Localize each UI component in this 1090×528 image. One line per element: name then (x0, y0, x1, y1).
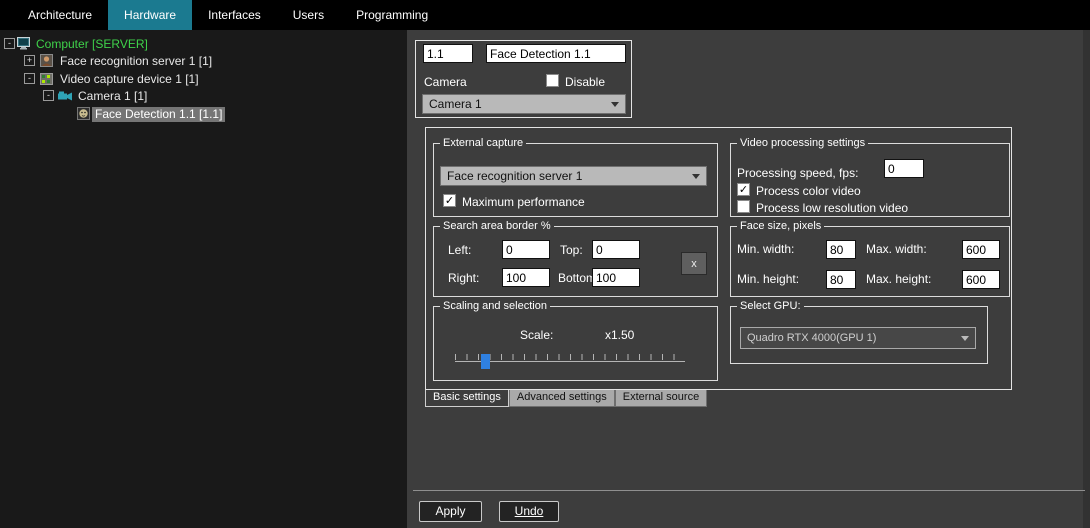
maximum-performance-label: Maximum performance (462, 195, 585, 209)
scaling-title: Scaling and selection (440, 300, 550, 313)
gpu-select-value: Quadro RTX 4000(GPU 1) (747, 332, 876, 344)
collapse-icon[interactable]: - (24, 73, 35, 84)
process-low-res-video-checkbox[interactable] (737, 200, 750, 213)
expand-icon[interactable]: + (24, 55, 35, 66)
search-area-title: Search area border % (440, 220, 554, 233)
left-input[interactable] (502, 240, 550, 259)
footer-divider (413, 490, 1085, 491)
max-height-label: Max. height: (866, 272, 931, 286)
face-size-title: Face size, pixels (737, 220, 824, 233)
left-label: Left: (448, 243, 471, 257)
min-height-label: Min. height: (737, 272, 799, 286)
object-name-input[interactable] (486, 44, 626, 63)
settings-tabstrip: Basic settings Advanced settings Externa… (425, 390, 707, 407)
tree-item-label: Camera 1 [1] (75, 89, 150, 104)
tree-item-label: Computer [SERVER] (33, 37, 151, 52)
disable-checkbox[interactable] (546, 74, 559, 87)
processing-speed-input[interactable] (884, 159, 924, 178)
maximum-performance-checkbox[interactable] (443, 194, 456, 207)
tree-item-computer[interactable]: - Computer [SERVER] (0, 36, 407, 53)
right-label: Right: (448, 271, 479, 285)
tree-item-label: Video capture device 1 [1] (57, 72, 202, 87)
scale-slider[interactable] (455, 352, 685, 370)
bottom-input[interactable] (592, 268, 640, 287)
camera-label: Camera (424, 75, 467, 89)
external-capture-title: External capture (440, 137, 526, 150)
face-recognition-server-value: Face recognition server 1 (447, 169, 582, 183)
chevron-down-icon (611, 102, 619, 107)
object-id-input[interactable] (423, 44, 473, 63)
tree-item-label-selected: Face Detection 1.1 [1.1] (92, 107, 225, 122)
undo-button-label: Undo (515, 504, 544, 518)
face-detection-icon (77, 107, 90, 125)
tree-item-label: Face recognition server 1 [1] (57, 54, 215, 69)
right-input[interactable] (502, 268, 550, 287)
undo-button[interactable]: Undo (499, 501, 559, 522)
process-low-res-video-label: Process low resolution video (756, 201, 908, 215)
face-server-icon (40, 54, 53, 72)
scale-value: x1.50 (605, 328, 634, 342)
processing-speed-label: Processing speed, fps: (737, 166, 858, 180)
chevron-down-icon (961, 336, 969, 341)
tab-basic-settings[interactable]: Basic settings (425, 390, 509, 407)
tab-advanced-settings[interactable]: Advanced settings (509, 390, 615, 407)
camera-icon (58, 89, 74, 107)
video-processing-title: Video processing settings (737, 137, 868, 150)
object-identity-box: Camera Disable Camera 1 (415, 40, 632, 118)
main-menu-bar: Architecture Hardware Interfaces Users P… (0, 0, 1090, 30)
process-color-video-checkbox[interactable] (737, 183, 750, 196)
tree-item-camera[interactable]: - Camera 1 [1] (0, 88, 407, 105)
menu-tab-architecture[interactable]: Architecture (12, 0, 108, 30)
reset-search-area-button[interactable]: x (681, 252, 707, 275)
slider-handle[interactable] (481, 354, 490, 369)
settings-panel: Camera Disable Camera 1 External capture… (407, 30, 1090, 528)
app-window: Architecture Hardware Interfaces Users P… (0, 0, 1090, 528)
hardware-tree-panel: - Computer [SERVER] + Face recognition s… (0, 30, 407, 528)
max-height-input[interactable] (962, 270, 1000, 289)
top-input[interactable] (592, 240, 640, 259)
camera-select-value: Camera 1 (429, 97, 482, 111)
menu-tab-users[interactable]: Users (277, 0, 340, 30)
apply-button[interactable]: Apply (419, 501, 482, 522)
menu-tab-interfaces[interactable]: Interfaces (192, 0, 277, 30)
scrollbar-track[interactable] (1083, 30, 1090, 528)
tree-item-face-detection[interactable]: Face Detection 1.1 [1.1] (0, 106, 407, 123)
chevron-down-icon (692, 174, 700, 179)
menu-tab-programming[interactable]: Programming (340, 0, 444, 30)
gpu-title: Select GPU: (737, 300, 804, 313)
process-color-video-label: Process color video (756, 184, 861, 198)
collapse-icon[interactable]: - (4, 38, 15, 49)
min-height-input[interactable] (826, 270, 856, 289)
collapse-icon[interactable]: - (43, 90, 54, 101)
search-area-group: Search area border % (433, 226, 718, 297)
tab-external-source[interactable]: External source (615, 390, 707, 407)
tree-item-video-capture-device[interactable]: - Video capture device 1 [1] (0, 71, 407, 88)
disable-label: Disable (565, 75, 605, 89)
face-recognition-server-select[interactable]: Face recognition server 1 (440, 166, 707, 186)
max-width-input[interactable] (962, 240, 1000, 259)
tree-item-face-recognition-server[interactable]: + Face recognition server 1 [1] (0, 53, 407, 70)
scale-label: Scale: (520, 328, 553, 342)
gpu-select[interactable]: Quadro RTX 4000(GPU 1) (740, 327, 976, 349)
min-width-label: Min. width: (737, 242, 794, 256)
camera-select[interactable]: Camera 1 (422, 94, 626, 114)
min-width-input[interactable] (826, 240, 856, 259)
max-width-label: Max. width: (866, 242, 927, 256)
top-label: Top: (560, 243, 583, 257)
menu-tab-hardware[interactable]: Hardware (108, 0, 192, 30)
